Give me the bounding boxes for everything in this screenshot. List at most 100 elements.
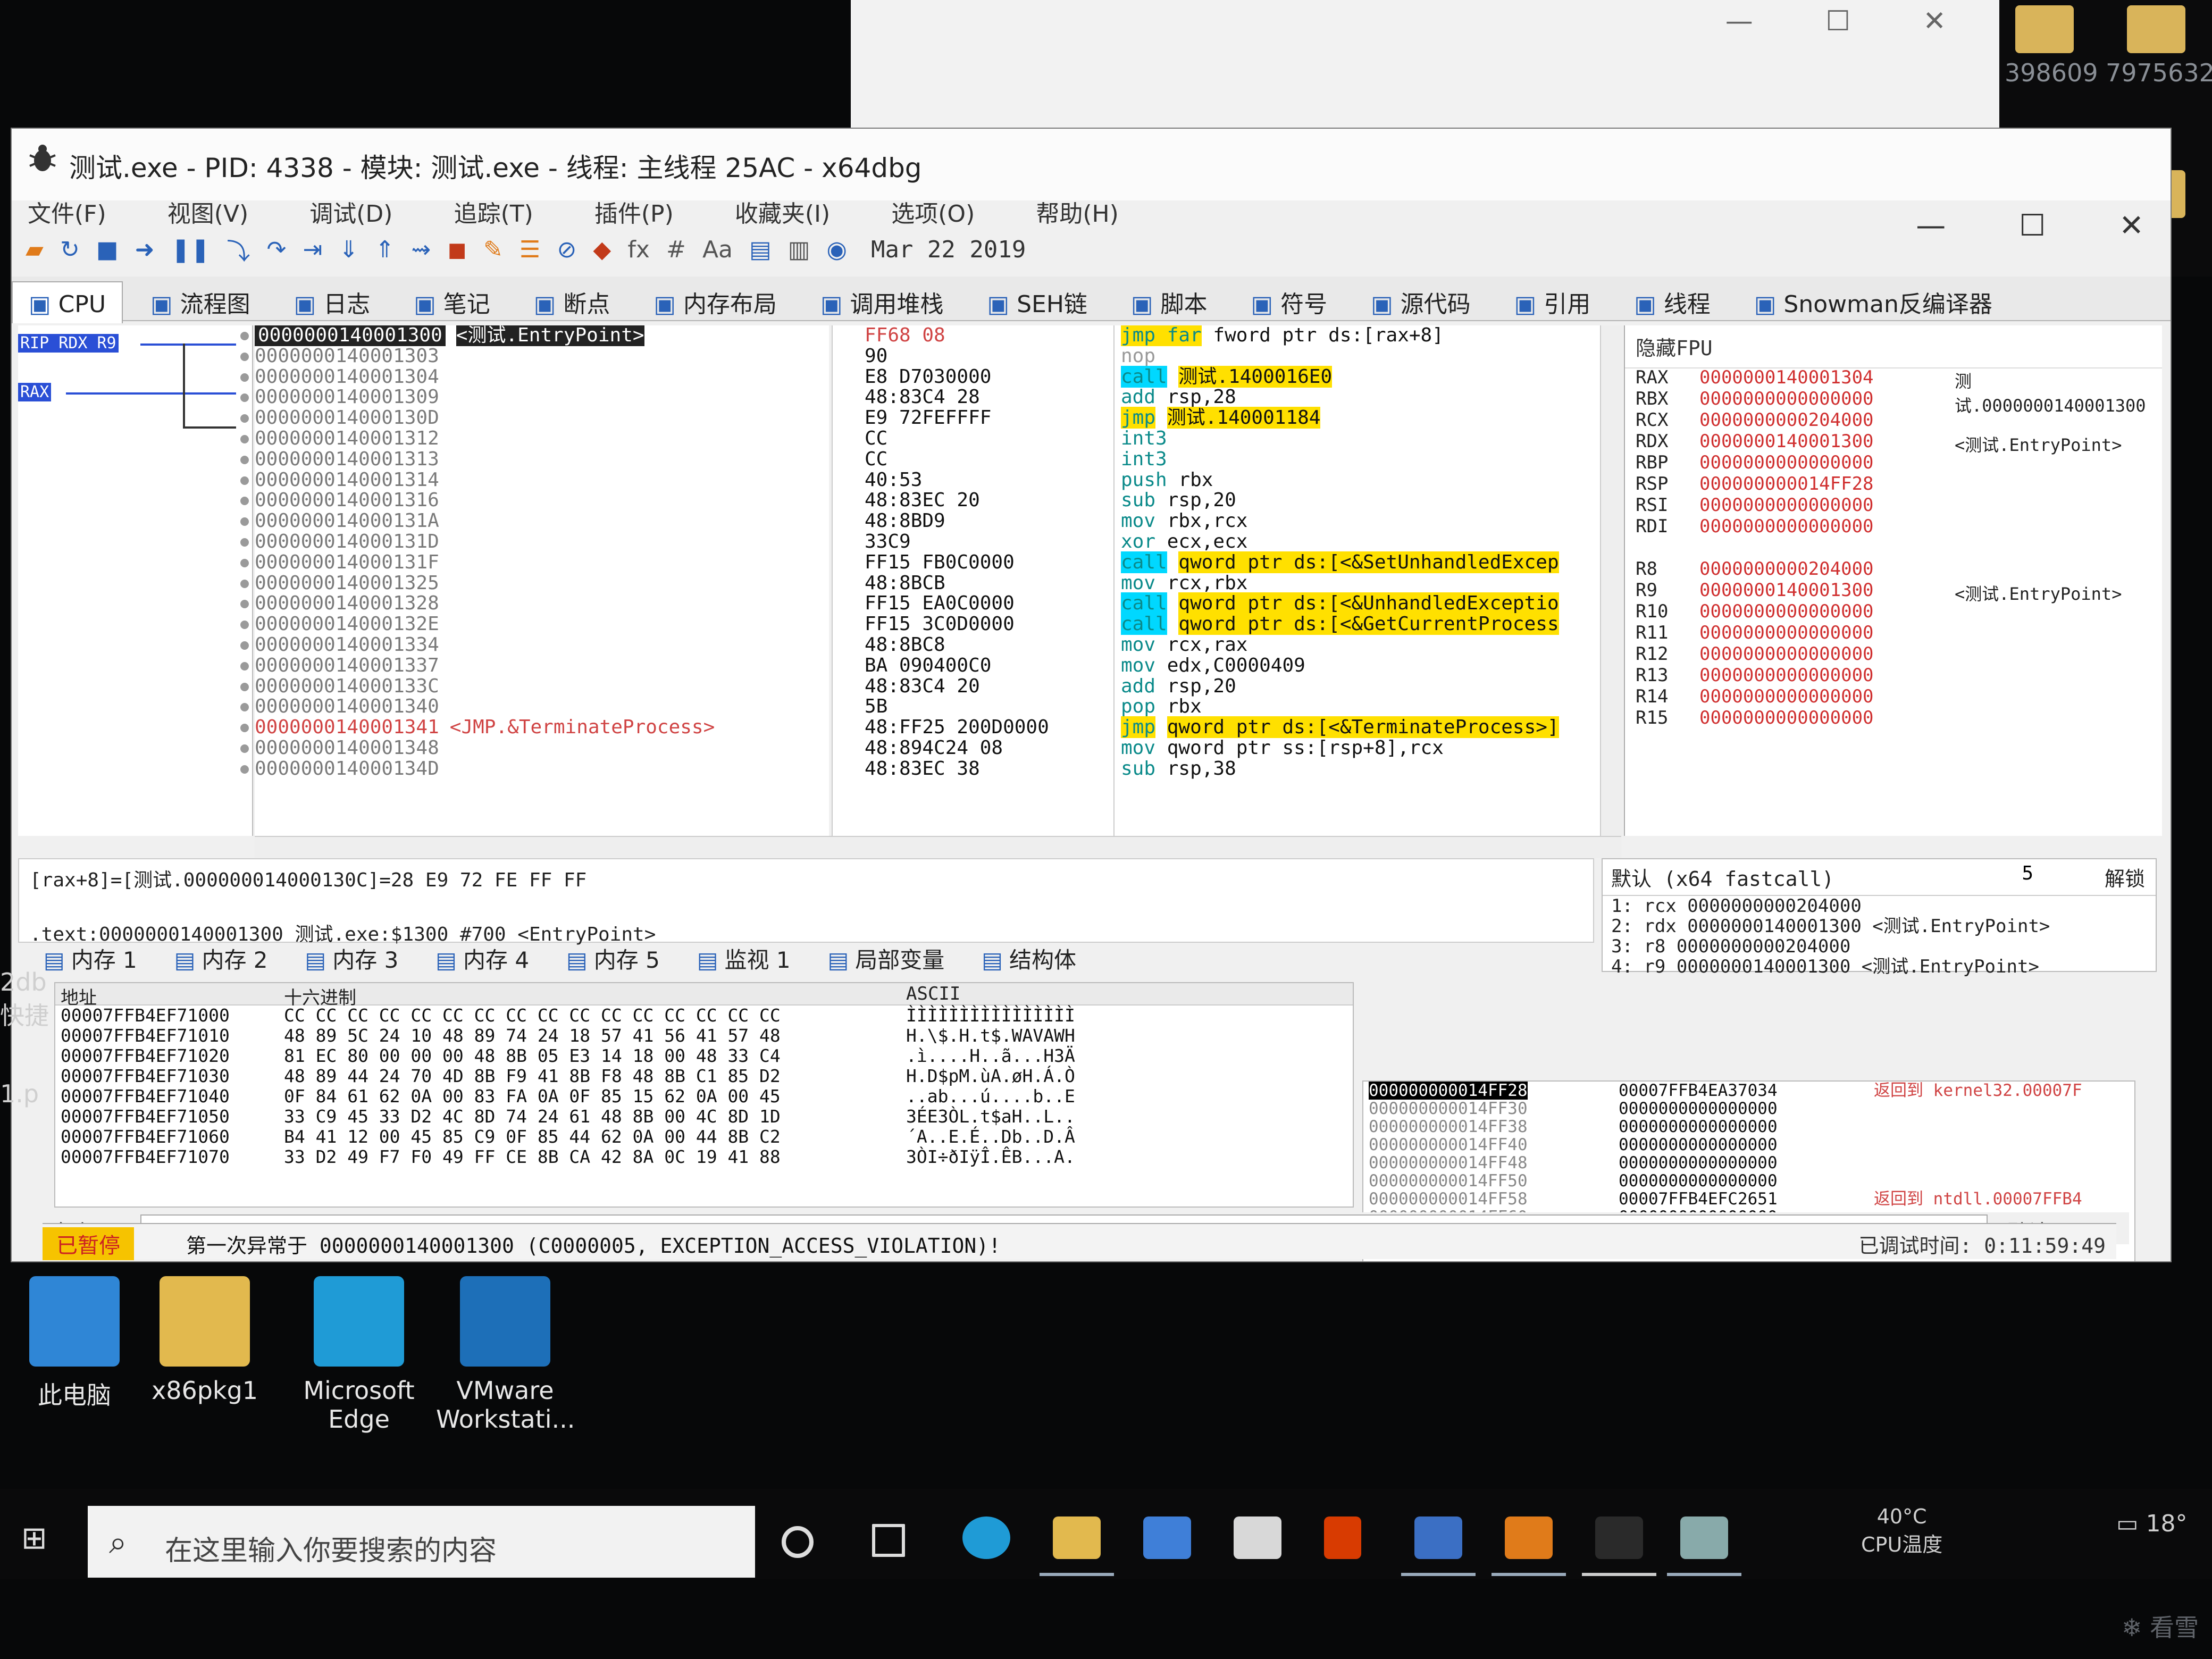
breakpoint-dot[interactable] (240, 373, 249, 382)
disasm-row[interactable]: 000000014000132E (255, 614, 829, 635)
x64dbg-taskbar-icon[interactable] (1595, 1516, 1643, 1559)
labels-icon[interactable]: ⊘ (557, 236, 576, 263)
disasm-scrollbar[interactable] (1600, 325, 1622, 836)
store-taskbar-icon[interactable] (1143, 1516, 1191, 1559)
instruction-row[interactable]: jmp far fword ptr ds:[rax+8] (1121, 325, 1610, 346)
instruction-row[interactable]: mov rcx,rax (1121, 634, 1610, 656)
breakpoint-dot[interactable] (240, 558, 249, 567)
disasm-row[interactable]: 000000014000133C (255, 676, 829, 697)
bytes-row[interactable]: CC (865, 428, 1146, 449)
globe-icon[interactable]: ◉ (826, 236, 847, 263)
argument-count-spinner[interactable]: 5 (2022, 862, 2033, 884)
instruction-row[interactable]: call qword ptr ds:[<&UnhandledExceptio (1121, 592, 1610, 615)
tab-seh[interactable]: ▣ SEH链 (971, 276, 1103, 324)
register-row[interactable]: R8 0000000000204000 (1636, 558, 1874, 580)
bytes-row[interactable]: E9 72FEFFFF (865, 407, 1146, 429)
tab-snowman[interactable]: ▣ Snowman反编译器 (1738, 276, 2008, 324)
breakpoint-dot[interactable] (240, 744, 249, 753)
instruction-row[interactable]: jmp qword ptr ds:[<&TerminateProcess>] (1121, 716, 1610, 739)
comments-icon[interactable]: ☰ (520, 236, 540, 263)
trace-over-icon[interactable]: ⇓ (339, 236, 358, 263)
restart-icon[interactable]: ↻ (60, 236, 80, 263)
mail-taskbar-icon[interactable] (1234, 1516, 1281, 1559)
breakpoint-dot[interactable] (240, 724, 249, 733)
disasm-bytes-column[interactable]: FF68 08 90 E8 D7030000 48:83C4 28 E9 72FEFFF… (832, 325, 1146, 836)
dump-tab-3[interactable]: ▤ 内存 4 (435, 942, 529, 975)
dump-tab-7[interactable]: ▤ 结构体 (982, 942, 1076, 975)
dump-tab-5[interactable]: ▤ 监视 1 (697, 942, 791, 975)
register-row[interactable]: RSP 000000000014FF28 (1636, 473, 1874, 495)
bytes-row[interactable]: 48:8BD9 (865, 510, 1146, 532)
tab-references[interactable]: ▣ 引用 (1498, 276, 1607, 324)
dump-row[interactable]: 00007FFB4EF71070 33 D2 49 F7 F0 49 FF CE … (55, 1147, 1353, 1167)
disasm-row[interactable]: 000000014000131F (255, 552, 829, 573)
bookmarks-icon[interactable]: ◆ (593, 236, 611, 263)
menu-help[interactable]: 帮助(H) (1036, 195, 1118, 229)
bytes-row[interactable]: 40:53 (865, 470, 1146, 491)
instruction-row[interactable]: mov rbx,rcx (1121, 510, 1610, 532)
disasm-row[interactable]: 0000000140001313 (255, 449, 829, 470)
dump-row[interactable]: 00007FFB4EF71020 81 EC 80 00 00 00 48 8B … (55, 1046, 1353, 1066)
bytes-row[interactable]: CC (865, 449, 1146, 470)
step-over-icon[interactable]: ↷ (266, 236, 286, 263)
breakpoint-dot[interactable] (240, 661, 249, 671)
desktop-icon[interactable]: VMware Workstati... (436, 1276, 575, 1434)
dump-tab-0[interactable]: ▤ 内存 1 (44, 942, 137, 975)
disasm-row[interactable]: 0000000140001348 (255, 738, 829, 759)
bytes-row[interactable]: 48:8BC8 (865, 634, 1146, 656)
bytes-row[interactable]: 5B (865, 696, 1146, 717)
disasm-row[interactable]: 000000014000134D (255, 758, 829, 780)
dump-row[interactable]: 00007FFB4EF71030 48 89 44 24 70 4D 8B F9 … (55, 1066, 1353, 1086)
menu-options[interactable]: 选项(O) (891, 195, 975, 229)
disasm-row[interactable]: 0000000140001303 (255, 346, 829, 367)
dump-tab-2[interactable]: ▤ 内存 3 (305, 942, 399, 975)
bytes-row[interactable]: FF15 FB0C0000 (865, 552, 1146, 573)
tab-graph[interactable]: ▣ 流程图 (135, 276, 266, 324)
register-row[interactable]: R15 0000000000000000 (1636, 707, 1874, 728)
pause-icon[interactable]: ❚❚ (171, 236, 211, 263)
register-row[interactable]: R14 0000000000000000 (1636, 686, 1874, 707)
bytes-row[interactable]: FF15 EA0C0000 (865, 593, 1146, 614)
trace-into-icon[interactable]: ⇥ (303, 236, 322, 263)
breakpoint-dot[interactable] (240, 579, 249, 588)
register-row[interactable]: R10 0000000000000000 (1636, 601, 1874, 622)
taskbar-search[interactable]: ⌕ 在这里输入你要搜索的内容 (88, 1506, 755, 1578)
disasm-row[interactable]: 0000000140001300 <测试.EntryPoint> (255, 325, 829, 346)
stack-row[interactable]: 000000000014FF40 0000000000000000 (1363, 1136, 2134, 1154)
breakpoint-dot[interactable] (240, 621, 249, 630)
menu-plugins[interactable]: 插件(P) (594, 195, 674, 229)
dump-row[interactable]: 00007FFB4EF71000 CC CC CC CC CC CC CC CC … (55, 1006, 1353, 1026)
register-row[interactable]: R11 0000000000000000 (1636, 622, 1874, 643)
argument-row[interactable]: 1: rcx 0000000000204000 (1603, 896, 2156, 916)
edge-taskbar-icon[interactable] (962, 1516, 1010, 1559)
instruction-row[interactable]: push rbx (1121, 470, 1610, 491)
register-row[interactable]: RDI 0000000000000000 (1636, 516, 1874, 537)
office-taskbar-icon[interactable] (1324, 1516, 1361, 1559)
bytes-row[interactable]: FF68 08 (865, 325, 1146, 346)
tab-script[interactable]: ▣ 脚本 (1115, 276, 1224, 324)
tab-memory-map[interactable]: ▣ 内存布局 (638, 276, 793, 324)
register-row[interactable]: RAX 0000000140001304 (1636, 367, 1874, 388)
breakpoint-dot[interactable] (240, 455, 249, 464)
patch-icon[interactable]: ✎ (483, 236, 503, 263)
bytes-row[interactable]: 48:894C24 08 (865, 738, 1146, 759)
instruction-row[interactable]: pop rbx (1121, 696, 1610, 717)
register-row[interactable]: R13 0000000000000000 (1636, 665, 1874, 686)
breakpoint-dot[interactable] (240, 538, 249, 547)
disasm-row[interactable]: 0000000140001314 (255, 470, 829, 491)
register-row[interactable]: RBP 0000000000000000 (1636, 452, 1874, 473)
disasm-row[interactable]: 0000000140001304 (255, 366, 829, 388)
dump-row[interactable]: 00007FFB4EF71050 33 C9 45 33 D2 4C 8D 74 … (55, 1107, 1353, 1127)
disasm-row[interactable]: 0000000140001312 (255, 428, 829, 449)
bytes-row[interactable]: 48:83EC 38 (865, 758, 1146, 780)
calculator-icon[interactable]: ▤ (749, 236, 772, 263)
breakpoint-dot[interactable] (240, 497, 249, 506)
bytes-row[interactable]: 48:83C4 20 (865, 676, 1146, 697)
cortana-icon[interactable] (782, 1526, 814, 1558)
instruction-row[interactable]: nop (1121, 346, 1610, 367)
disasm-row[interactable]: 0000000140001337 (255, 655, 829, 676)
system-tray[interactable]: ▭ 18° (2116, 1510, 2188, 1537)
explorer-taskbar-icon[interactable] (1053, 1516, 1101, 1559)
stack-row[interactable]: 000000000014FF48 0000000000000000 (1363, 1154, 2134, 1172)
call-convention-select[interactable]: 默认 (x64 fastcall) (1603, 859, 2156, 896)
